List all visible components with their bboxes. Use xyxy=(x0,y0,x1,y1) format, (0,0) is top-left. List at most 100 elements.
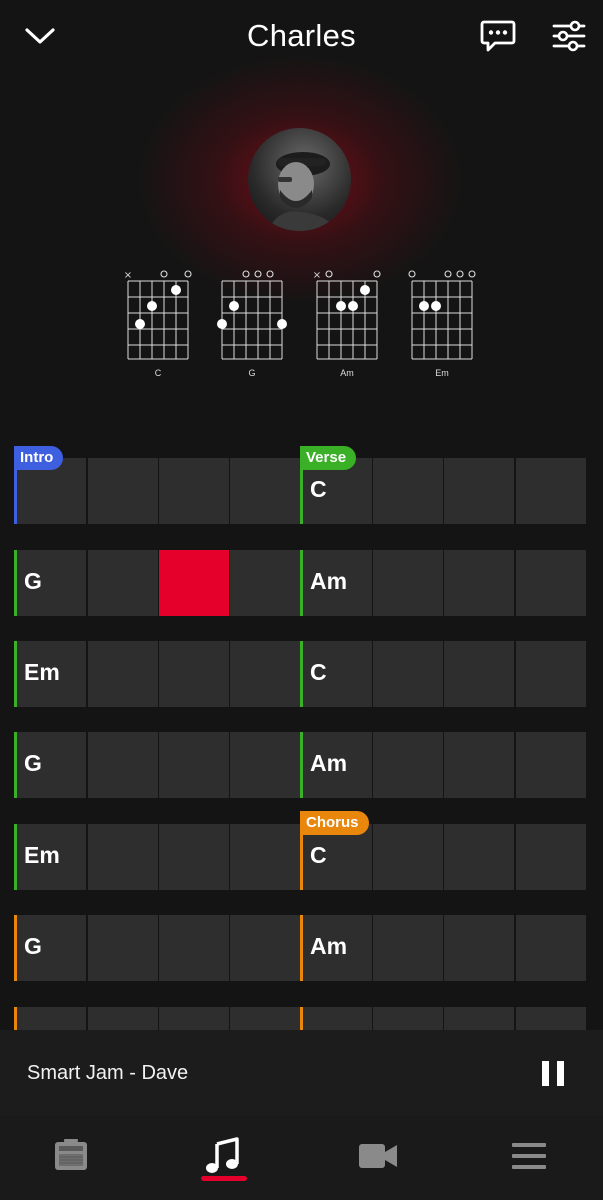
chord-progression-grid[interactable]: C G Am Em C G Am Em C G Am xyxy=(14,458,586,1030)
beat-cell[interactable] xyxy=(230,458,300,524)
section-tag-verse[interactable]: Verse xyxy=(300,446,357,470)
beat-cell[interactable] xyxy=(373,458,443,524)
beat-cell[interactable] xyxy=(16,1007,86,1030)
chord-diagram-graphic xyxy=(217,270,287,360)
chord-diagram-graphic: × xyxy=(124,270,192,360)
chord-label: G xyxy=(24,750,42,776)
section-bar-chorus xyxy=(14,1007,17,1030)
beat-cell-current[interactable] xyxy=(159,550,229,616)
chat-button[interactable] xyxy=(476,14,520,58)
chord-label: Am xyxy=(310,568,348,594)
chord-label: Em xyxy=(24,842,60,868)
beat-cell[interactable] xyxy=(444,915,514,981)
chord-label: C xyxy=(310,842,327,868)
svg-text:×: × xyxy=(313,270,321,281)
beat-cell[interactable] xyxy=(230,550,300,616)
bottom-nav xyxy=(0,1116,603,1200)
section-bar-verse xyxy=(300,641,303,707)
beat-cell[interactable] xyxy=(373,1007,443,1030)
beat-cell[interactable] xyxy=(88,458,158,524)
mini-player[interactable]: Smart Jam - Dave xyxy=(0,1030,603,1116)
chord-label: C xyxy=(310,659,327,685)
chord-diagram-graphic xyxy=(408,270,476,360)
beat-cell[interactable] xyxy=(516,915,586,981)
chord-label: C xyxy=(310,476,327,502)
artist-photo xyxy=(268,152,338,231)
beat-cell[interactable] xyxy=(88,824,158,890)
section-bar-verse xyxy=(300,732,303,798)
beat-cell[interactable] xyxy=(230,824,300,890)
beat-cell[interactable] xyxy=(159,458,229,524)
chord-label: G xyxy=(24,933,42,959)
section-bar-verse xyxy=(300,550,303,616)
beat-cell[interactable] xyxy=(516,732,586,798)
beat-cell[interactable] xyxy=(230,732,300,798)
nav-songs[interactable] xyxy=(193,1134,253,1178)
chord-label: Em xyxy=(24,659,60,685)
beat-cell[interactable] xyxy=(444,550,514,616)
section-tag-chorus[interactable]: Chorus xyxy=(300,811,369,835)
chord-name: Am xyxy=(340,368,354,378)
beat-cell[interactable] xyxy=(159,824,229,890)
beat-cell[interactable] xyxy=(230,915,300,981)
pause-button[interactable] xyxy=(535,1055,571,1091)
beat-cell[interactable] xyxy=(444,824,514,890)
grid-row: G Am xyxy=(14,915,586,981)
svg-text:×: × xyxy=(124,270,132,281)
section-bar-verse xyxy=(14,550,17,616)
beat-cell[interactable] xyxy=(159,732,229,798)
chord-label: G xyxy=(24,568,42,594)
grid-row: G Am xyxy=(14,732,586,798)
chord-label: Am xyxy=(310,933,348,959)
menu-icon xyxy=(512,1143,546,1169)
beat-cell[interactable] xyxy=(230,641,300,707)
chord-name: G xyxy=(248,368,256,378)
chord-diagram-em[interactable]: Em xyxy=(406,265,478,378)
chord-name: C xyxy=(154,368,162,378)
section-tag-intro[interactable]: Intro xyxy=(14,446,64,470)
beat-cell[interactable] xyxy=(88,1007,158,1030)
beat-cell[interactable] xyxy=(88,732,158,798)
settings-button[interactable] xyxy=(547,14,591,58)
section-bar-verse xyxy=(14,641,17,707)
beat-cell[interactable] xyxy=(444,732,514,798)
beat-cell[interactable] xyxy=(444,641,514,707)
chord-diagram-c[interactable]: × C xyxy=(122,265,194,378)
chord-diagram-am[interactable]: × Am xyxy=(311,265,383,378)
chord-diagrams: × C G × Am Em xyxy=(0,265,603,385)
chord-diagram-graphic: × xyxy=(313,270,381,360)
now-playing-title[interactable]: Smart Jam - Dave xyxy=(27,1062,188,1085)
beat-cell[interactable] xyxy=(516,458,586,524)
beat-cell[interactable] xyxy=(516,641,586,707)
video-camera-icon xyxy=(359,1144,397,1168)
settings-sliders-icon xyxy=(552,20,586,52)
nav-menu[interactable] xyxy=(499,1134,559,1178)
beat-cell[interactable] xyxy=(516,824,586,890)
active-tab-indicator xyxy=(201,1176,247,1181)
beat-cell[interactable] xyxy=(159,915,229,981)
chat-icon xyxy=(480,20,516,52)
beat-cell[interactable] xyxy=(159,1007,229,1030)
music-note-icon xyxy=(206,1137,239,1173)
nav-amp[interactable] xyxy=(41,1134,101,1178)
beat-cell[interactable] xyxy=(373,641,443,707)
beat-cell[interactable] xyxy=(373,824,443,890)
beat-cell[interactable] xyxy=(88,641,158,707)
beat-cell[interactable] xyxy=(159,641,229,707)
beat-cell[interactable] xyxy=(373,915,443,981)
beat-cell[interactable] xyxy=(88,550,158,616)
beat-cell[interactable] xyxy=(516,1007,586,1030)
grid-row: G Am xyxy=(14,550,586,616)
nav-video[interactable] xyxy=(348,1134,408,1178)
beat-cell[interactable] xyxy=(230,1007,300,1030)
beat-cell[interactable] xyxy=(516,550,586,616)
beat-cell[interactable] xyxy=(444,458,514,524)
beat-cell[interactable] xyxy=(444,1007,514,1030)
beat-cell[interactable] xyxy=(373,732,443,798)
chord-label: Am xyxy=(310,750,348,776)
chord-diagram-g[interactable]: G xyxy=(216,265,288,378)
beat-cell[interactable] xyxy=(88,915,158,981)
beat-cell[interactable] xyxy=(373,550,443,616)
beat-cell[interactable] xyxy=(302,1007,372,1030)
avatar xyxy=(248,128,351,231)
